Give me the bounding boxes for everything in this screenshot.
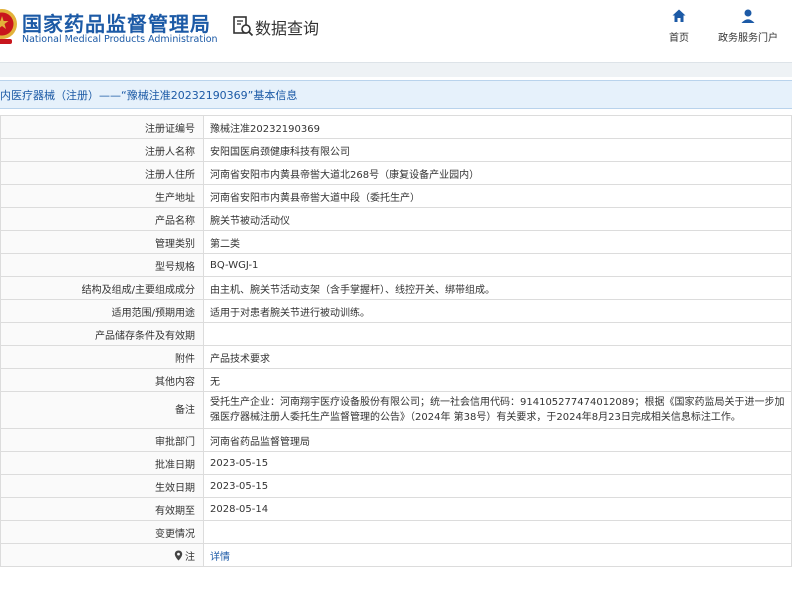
page-title: 数据查询 <box>255 19 320 38</box>
field-label: 适用范围/预期用途 <box>0 299 204 323</box>
field-value: 产品技术要求 <box>203 345 792 369</box>
field-label: 附件 <box>0 345 204 369</box>
field-value: 2028-05-14 <box>203 497 792 521</box>
section-title: 内医疗器械（注册）——“豫械注准20232190369”基本信息 <box>0 89 298 102</box>
nav-portal[interactable]: 政务服务门户 <box>712 8 784 44</box>
detail-link[interactable]: 详情 <box>210 552 230 563</box>
table-row: 结构及组成/主要组成成分 由主机、腕关节活动支架（含手掌握杆）、线控开关、绑带组成… <box>0 276 792 300</box>
field-label: 变更情况 <box>0 520 204 544</box>
table-row: 注册人名称 安阳国医肩颈健康科技有限公司 <box>0 138 792 162</box>
nav-home[interactable]: 首页 <box>665 8 693 44</box>
field-label: 管理类别 <box>0 230 204 254</box>
note-value-cell: 详情 <box>203 543 792 567</box>
field-value: BQ-WGJ-1 <box>203 253 792 277</box>
field-value: 无 <box>203 368 792 392</box>
org-name-cn: 国家药品监督管理局 <box>22 12 211 36</box>
field-value: 河南省药品监督管理局 <box>203 428 792 452</box>
field-label: 注册人住所 <box>0 161 204 185</box>
field-value: 受托生产企业：河南翔宇医疗设备股份有限公司；统一社会信用代码：914105277… <box>203 391 792 429</box>
field-value: 第二类 <box>203 230 792 254</box>
location-pin-icon <box>174 550 183 560</box>
table-row: 注册人住所 河南省安阳市内黄县帝喾大道北268号（康复设备产业园内） <box>0 161 792 185</box>
field-value: 豫械注准20232190369 <box>203 115 792 139</box>
field-value: 河南省安阳市内黄县帝喾大道北268号（康复设备产业园内） <box>203 161 792 185</box>
field-label: 产品名称 <box>0 207 204 231</box>
section-header: 内医疗器械（注册）——“豫械注准20232190369”基本信息 <box>0 80 792 109</box>
table-row: 产品储存条件及有效期 <box>0 322 792 346</box>
table-row: 生效日期 2023-05-15 <box>0 474 792 498</box>
table-row: 审批部门 河南省药品监督管理局 <box>0 428 792 452</box>
table-row: 产品名称 腕关节被动活动仪 <box>0 207 792 231</box>
table-row: 其他内容无 <box>0 368 792 392</box>
field-value: 腕关节被动活动仪 <box>203 207 792 231</box>
field-value: 安阳国医肩颈健康科技有限公司 <box>203 138 792 162</box>
field-label: 注册证编号 <box>0 115 204 139</box>
nav-home-label: 首页 <box>669 33 689 44</box>
table-row: 型号规格 BQ-WGJ-1 <box>0 253 792 277</box>
national-emblem-icon <box>0 9 17 44</box>
field-value: 由主机、腕关节活动支架（含手掌握杆）、线控开关、绑带组成。 <box>203 276 792 300</box>
table-row: 备注 受托生产企业：河南翔宇医疗设备股份有限公司；统一社会信用代码：9141052… <box>0 391 792 429</box>
table-row: 注 详情 <box>0 543 792 567</box>
field-label: 生产地址 <box>0 184 204 208</box>
field-label: 注册人名称 <box>0 138 204 162</box>
table-row: 变更情况 <box>0 520 792 544</box>
org-name-en: National Medical Products Administration <box>22 34 218 45</box>
table-row: 管理类别 第二类 <box>0 230 792 254</box>
home-icon <box>672 9 686 22</box>
note-label-cell: 注 <box>0 543 204 567</box>
field-label: 其他内容 <box>0 368 204 392</box>
field-label: 批准日期 <box>0 451 204 475</box>
table-row: 生产地址 河南省安阳市内黄县帝喾大道中段（委托生产） <box>0 184 792 208</box>
table-row: 附件 产品技术要求 <box>0 345 792 369</box>
data-query-icon <box>233 16 254 37</box>
field-value <box>203 322 792 346</box>
table-row: 有效期至 2028-05-14 <box>0 497 792 521</box>
field-value: 适用于对患者腕关节进行被动训练。 <box>203 299 792 323</box>
user-icon <box>741 9 755 23</box>
field-label: 型号规格 <box>0 253 204 277</box>
header-divider-bar <box>0 62 792 77</box>
field-label: 审批部门 <box>0 428 204 452</box>
field-label: 有效期至 <box>0 497 204 521</box>
info-table: 注册证编号 豫械注准20232190369 注册人名称 安阳国医肩颈健康科技有限公司注… <box>0 115 792 567</box>
note-label: 注 <box>185 551 195 563</box>
field-value: 2023-05-15 <box>203 451 792 475</box>
field-value: 河南省安阳市内黄县帝喾大道中段（委托生产） <box>203 184 792 208</box>
field-label: 生效日期 <box>0 474 204 498</box>
table-row: 批准日期 2023-05-15 <box>0 451 792 475</box>
field-value: 2023-05-15 <box>203 474 792 498</box>
table-row: 注册证编号 豫械注准20232190369 <box>0 115 792 139</box>
field-label: 产品储存条件及有效期 <box>0 322 204 346</box>
field-label: 结构及组成/主要组成成分 <box>0 276 204 300</box>
table-row: 适用范围/预期用途 适用于对患者腕关节进行被动训练。 <box>0 299 792 323</box>
field-label: 备注 <box>0 391 204 429</box>
nav-portal-label: 政务服务门户 <box>718 33 778 44</box>
field-value <box>203 520 792 544</box>
site-header: 国家药品监督管理局 National Medical Products Admi… <box>0 0 792 60</box>
